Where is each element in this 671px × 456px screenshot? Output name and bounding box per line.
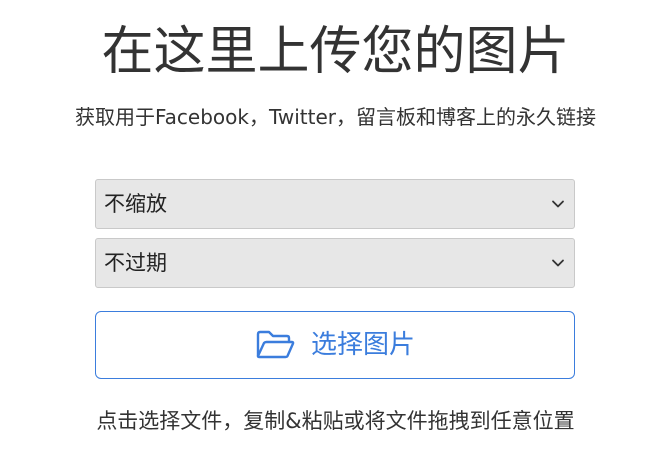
chevron-down-icon: [552, 200, 564, 208]
chevron-down-icon: [552, 259, 564, 267]
choose-image-label: 选择图片: [310, 330, 415, 360]
choose-image-button[interactable]: 选择图片: [95, 311, 575, 379]
resize-select[interactable]: 不缩放: [95, 179, 575, 229]
expiry-select[interactable]: 不过期: [95, 238, 575, 288]
page-title: 在这里上传您的图片: [101, 22, 570, 82]
resize-select-value: 不缩放: [104, 192, 167, 216]
page-subtitle: 获取用于Facebook，Twitter，留言板和博客上的永久链接: [74, 105, 596, 129]
upload-hint: 点击选择文件，复制&粘贴或将文件拖拽到任意位置: [96, 409, 575, 433]
folder-open-icon: [256, 330, 295, 359]
expiry-select-value: 不过期: [104, 251, 167, 275]
